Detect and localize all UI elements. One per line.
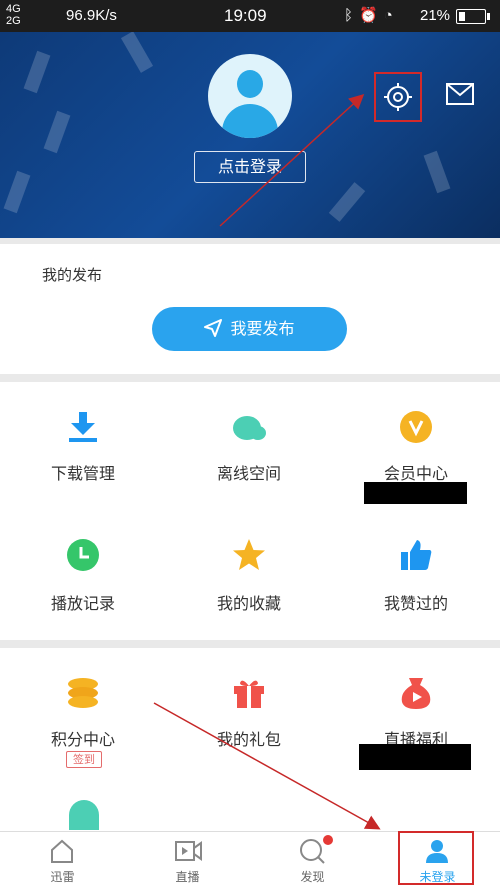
redaction-block [359,744,471,770]
grid-item-download-manager[interactable]: 下载管理 [0,382,166,502]
grid-item-points-center[interactable]: 积分中心 签到 [0,648,166,778]
tab-discover[interactable]: 发现 [250,832,375,890]
publish-button-label: 我要发布 [230,319,295,338]
mail-icon[interactable] [445,80,475,108]
network-bottom-label: 2G [6,15,21,27]
live-bag-icon [399,676,433,710]
grid-item-label: 离线空间 [216,464,281,483]
tab-live[interactable]: 直播 [125,832,250,890]
network-top-label: 4G [6,3,21,15]
wifi-icon: ◔ [383,7,399,24]
grid-item-label: 播放记录 [50,594,115,613]
vip-icon [399,410,433,444]
settings-icon[interactable] [374,72,422,122]
checkin-badge[interactable]: 签到 [66,751,102,768]
network-indicator: 4G 2G [6,3,21,27]
annotation-highlight-box [398,831,474,885]
coins-icon [66,676,100,710]
battery-percent: 21% [420,7,451,24]
grid-item-label: 会员中心 [383,464,448,483]
avatar[interactable] [208,54,292,138]
grid-item-label: 我赞过的 [383,594,448,613]
video-icon [174,838,202,864]
tab-label: 发现 [300,870,325,884]
grid-item-label: 积分中心 [50,730,115,749]
clock-icon [66,538,100,572]
publish-title: 我的发布 [42,266,103,284]
bluetooth-icon: ᛒ [344,7,360,24]
redaction-block [364,482,467,504]
grid-item-label: 下载管理 [50,464,115,483]
grid-item-label: 我的礼包 [216,730,281,749]
grid-item-liked[interactable]: 我赞过的 [333,512,499,632]
battery-icon [456,9,490,24]
grid-item-my-gifts[interactable]: 我的礼包 [166,648,332,778]
alarm-icon: ⏰ [359,7,384,24]
grid-item-label: 我的收藏 [216,594,281,613]
grid-item-play-history[interactable]: 播放记录 [0,512,166,632]
publish-button[interactable]: 我要发布 [152,307,347,351]
tab-xunlei[interactable]: 迅雷 [0,832,125,890]
gift-icon [232,676,266,710]
discover-icon [299,838,325,864]
notification-dot [323,835,333,845]
star-icon [232,538,266,572]
tools-grid: 下载管理 离线空间 会员中心 播放记录 我的收藏 我赞过的 [0,382,500,640]
download-icon [66,410,100,444]
cloud-icon [232,410,266,444]
login-button[interactable]: 点击登录 [194,151,306,183]
home-icon [49,838,75,864]
grid-item-offline-space[interactable]: 离线空间 [166,382,332,502]
profile-header: 点击登录 [0,32,500,238]
grid-item-favorites[interactable]: 我的收藏 [166,512,332,632]
publish-section: 我的发布 我要发布 [0,244,500,374]
tab-label: 迅雷 [50,870,75,884]
benefits-grid: 积分中心 签到 我的礼包 直播福利 [0,648,500,831]
status-bar: 4G 2G 96.9K/s 19:09 ᛒ⏰◔ 21% [0,0,500,32]
partial-grid-icon[interactable] [69,800,99,830]
network-speed: 96.9K/s [66,7,117,24]
tab-label: 直播 [175,870,200,884]
clock: 19:09 [224,6,267,25]
send-icon [204,319,223,337]
status-icons: ᛒ⏰◔ [344,6,399,24]
thumbs-up-icon [399,538,433,572]
